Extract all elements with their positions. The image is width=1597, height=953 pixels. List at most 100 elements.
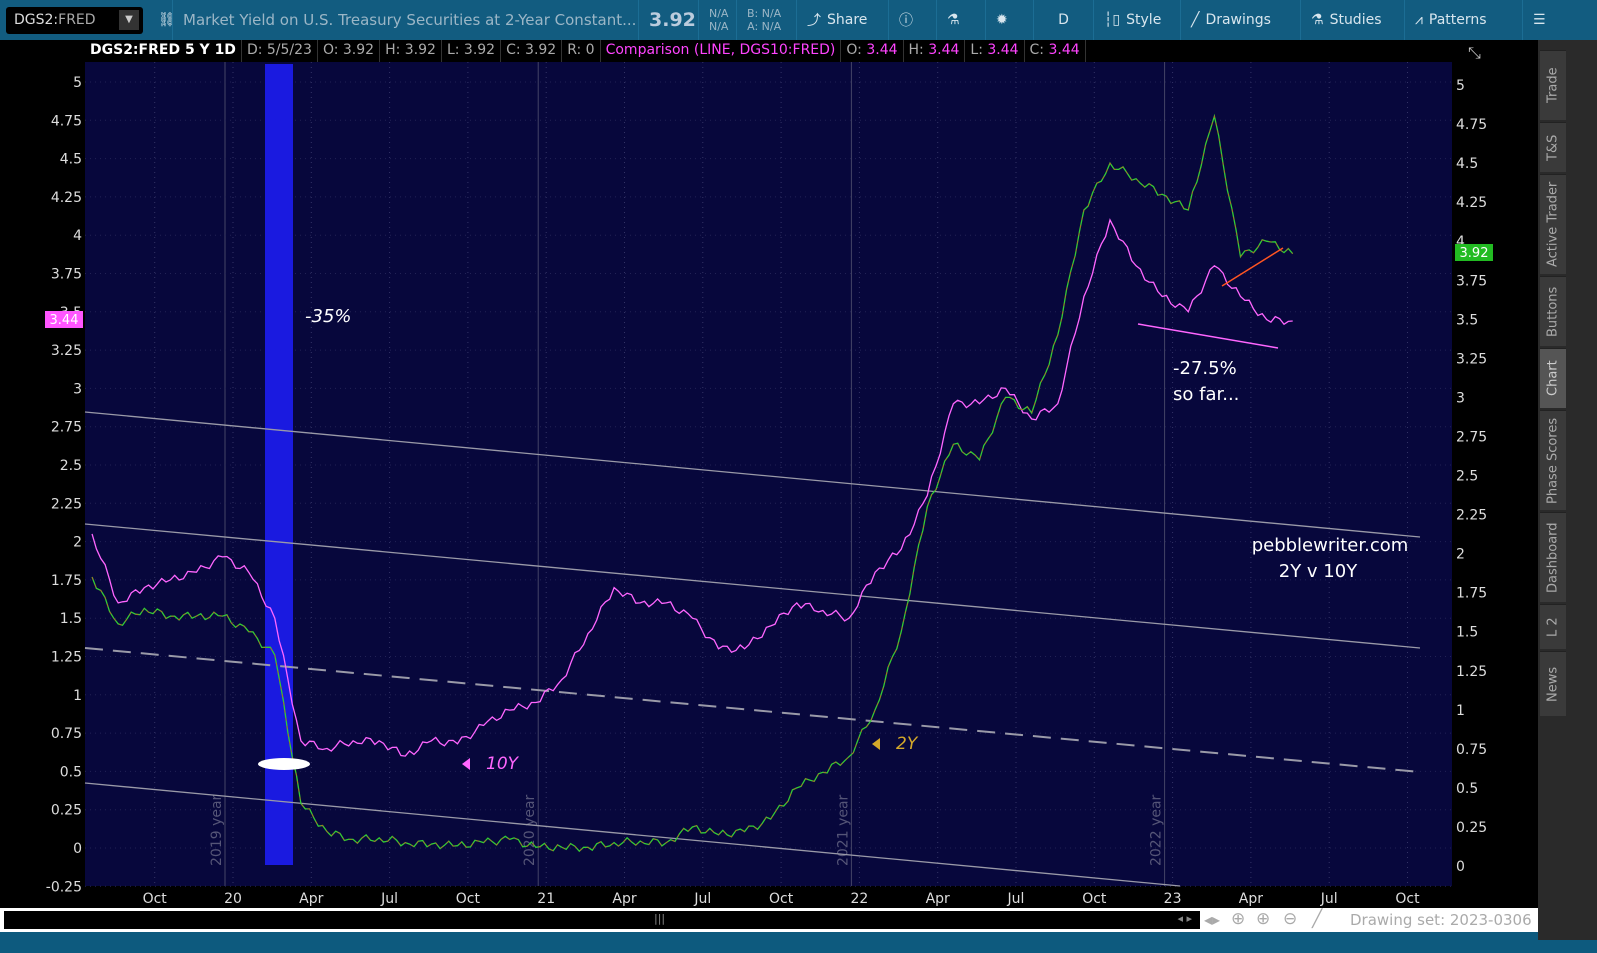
left-axis-tick: 5 xyxy=(73,75,82,91)
x-tick-label: Jul xyxy=(1007,891,1025,907)
sidebar-tab-trade[interactable]: Trade xyxy=(1540,50,1566,120)
crosshair-icon[interactable]: ⊕ xyxy=(1231,909,1245,929)
label-2y: 2Y xyxy=(896,734,919,754)
right-axis-tick: 1.75 xyxy=(1456,586,1487,602)
flask-button[interactable]: ⚗ xyxy=(936,0,970,40)
na-1: N/A xyxy=(709,7,729,20)
right-axis-tick: 1.5 xyxy=(1456,625,1478,641)
share-icon: ⤴ xyxy=(807,13,821,29)
chart-area[interactable]: 2019 year 2020 year 2021 year 2022 year -35… xyxy=(0,40,1538,910)
symbol-selector[interactable]: DGS2:FRED ▼ xyxy=(6,7,143,34)
right-axis-tick: 0.5 xyxy=(1456,781,1478,797)
x-tick-label: Jul xyxy=(380,891,398,907)
comp-close-value: 3.44 xyxy=(1048,42,1080,58)
scroll-arrows[interactable]: ◂ ▸ xyxy=(1177,912,1192,925)
ask: A: N/A xyxy=(747,20,782,33)
info-button[interactable]: ⓘ xyxy=(888,0,923,40)
line-icon: ╱ xyxy=(1191,12,1200,28)
comp-high-label: H: xyxy=(908,42,929,58)
zoom-in-icon[interactable]: ⊕ xyxy=(1256,909,1270,929)
horizontal-scrollbar[interactable]: ||| ◂ ▸ xyxy=(4,911,1200,929)
left-axis-tick: -0.25 xyxy=(46,879,82,895)
x-tick-label: Jul xyxy=(1320,891,1338,907)
left-axis-tick: 0 xyxy=(73,841,82,857)
comp-open-label: O: xyxy=(846,42,867,58)
chart-info-bar: DGS2:FRED 5 Y 1D D: 5/5/23 O: 3.92 H: 3.… xyxy=(85,40,1455,62)
comparison-label[interactable]: Comparison (LINE, DGS10:FRED) xyxy=(601,40,842,62)
studies-button[interactable]: ⚗ Studies xyxy=(1300,0,1392,40)
right-axis-tick: 4.75 xyxy=(1456,117,1487,133)
sidebar-tab-dashboard[interactable]: Dashboard xyxy=(1540,512,1566,602)
auto-scale-icon[interactable]: ⤡ xyxy=(1468,43,1481,62)
right-axis-tick: 3.75 xyxy=(1456,273,1487,289)
info-high: H: 3.92 xyxy=(380,40,442,62)
comp-close: C: 3.44 xyxy=(1025,40,1086,62)
info-low: L: 3.92 xyxy=(442,40,502,62)
right-axis-tick: 5 xyxy=(1456,78,1465,94)
last-value-10y: 3.44 xyxy=(50,313,79,328)
left-axis-tick: 1 xyxy=(73,688,82,704)
zoom-out-icon[interactable]: ⊖ xyxy=(1283,909,1297,929)
sidebar-tab-active-trader[interactable]: Active Trader xyxy=(1540,174,1566,274)
drawing-set[interactable]: Drawing set: 2023-0306 xyxy=(1350,911,1532,929)
sidebar-tab-t-s[interactable]: T&S xyxy=(1540,122,1566,172)
x-tick-label: Apr xyxy=(926,891,950,907)
patterns-icon: ⩘ xyxy=(1415,12,1423,28)
drawings-button[interactable]: ╱ Drawings xyxy=(1180,0,1281,40)
candle-icon: ┆▯ xyxy=(1104,12,1121,28)
info-close: C: 3.92 xyxy=(501,40,563,62)
settings-button[interactable]: ✹ xyxy=(985,0,1018,40)
x-tick-label: 21 xyxy=(537,891,555,907)
sidebar-tab-buttons[interactable]: Buttons xyxy=(1540,276,1566,346)
drawing-tool-icon[interactable]: ╱ xyxy=(1312,909,1322,929)
scroll-handle[interactable]: ||| xyxy=(654,912,665,925)
annotation-drop2: -27.5% xyxy=(1173,358,1237,379)
symbol-suffix: FRED xyxy=(58,12,96,28)
sidebar-tab-news[interactable]: News xyxy=(1540,651,1566,716)
menu-button[interactable]: ☰ xyxy=(1522,0,1556,40)
info-range: R: 0 xyxy=(562,40,601,62)
left-axis-tick: 1.25 xyxy=(51,650,82,666)
period-button[interactable]: D xyxy=(1033,0,1093,40)
period-label: D xyxy=(1058,12,1069,28)
right-axis-tick: 4.25 xyxy=(1456,195,1487,211)
sidebar-tab-phase-scores[interactable]: Phase Scores xyxy=(1540,410,1566,510)
style-label: Style xyxy=(1126,12,1162,28)
info-open: O: 3.92 xyxy=(318,40,381,62)
right-axis-tick: 0.75 xyxy=(1456,742,1487,758)
right-axis-tick: 0.25 xyxy=(1456,820,1487,836)
sidebar-tab-l-2[interactable]: L 2 xyxy=(1540,604,1566,649)
x-tick-label: Oct xyxy=(769,891,794,907)
share-button[interactable]: ⤴ Share xyxy=(796,0,877,40)
chevron-down-icon[interactable]: ▼ xyxy=(119,10,139,30)
x-tick-label: Oct xyxy=(1395,891,1420,907)
right-axis-tick: 2.5 xyxy=(1456,469,1478,485)
patterns-button[interactable]: ⩘ Patterns xyxy=(1404,0,1497,40)
right-axis-tick: 3.5 xyxy=(1456,312,1478,328)
x-tick-label: 20 xyxy=(224,891,242,907)
x-tick-label: 22 xyxy=(850,891,868,907)
comp-close-label: C: xyxy=(1029,42,1049,58)
year-label: 2020 year xyxy=(522,794,538,866)
studies-label: Studies xyxy=(1329,12,1382,28)
right-axis-tick: 0 xyxy=(1456,859,1465,875)
style-button[interactable]: ┆▯ Style xyxy=(1093,0,1171,40)
pan-icon[interactable]: ◂▸ xyxy=(1204,910,1220,929)
right-axis-tick: 2.75 xyxy=(1456,429,1487,445)
left-axis-tick: 3.25 xyxy=(51,343,82,359)
left-axis-tick: 0.75 xyxy=(51,726,82,742)
sidebar-tab-chart[interactable]: Chart xyxy=(1540,348,1566,408)
right-axis-tick: 2 xyxy=(1456,547,1465,563)
symbol-description: Market Yield on U.S. Treasury Securities… xyxy=(172,0,646,40)
right-sidebar: Trade T&S Active Trader Buttons Chart Phase S… xyxy=(1538,40,1597,940)
share-label: Share xyxy=(827,12,868,28)
left-axis-tick: 4.25 xyxy=(51,190,82,206)
year-label: 2022 year xyxy=(1149,794,1165,866)
chart-svg[interactable]: 2019 year 2020 year 2021 year 2022 year -35… xyxy=(0,40,1538,910)
comp-open: O: 3.44 xyxy=(841,40,904,62)
left-axis-tick: 2.25 xyxy=(51,496,82,512)
info-icon: ⓘ xyxy=(899,13,913,29)
x-tick-label: Oct xyxy=(143,891,168,907)
right-axis-tick: 3.25 xyxy=(1456,351,1487,367)
left-axis-tick: 4.5 xyxy=(60,152,82,168)
